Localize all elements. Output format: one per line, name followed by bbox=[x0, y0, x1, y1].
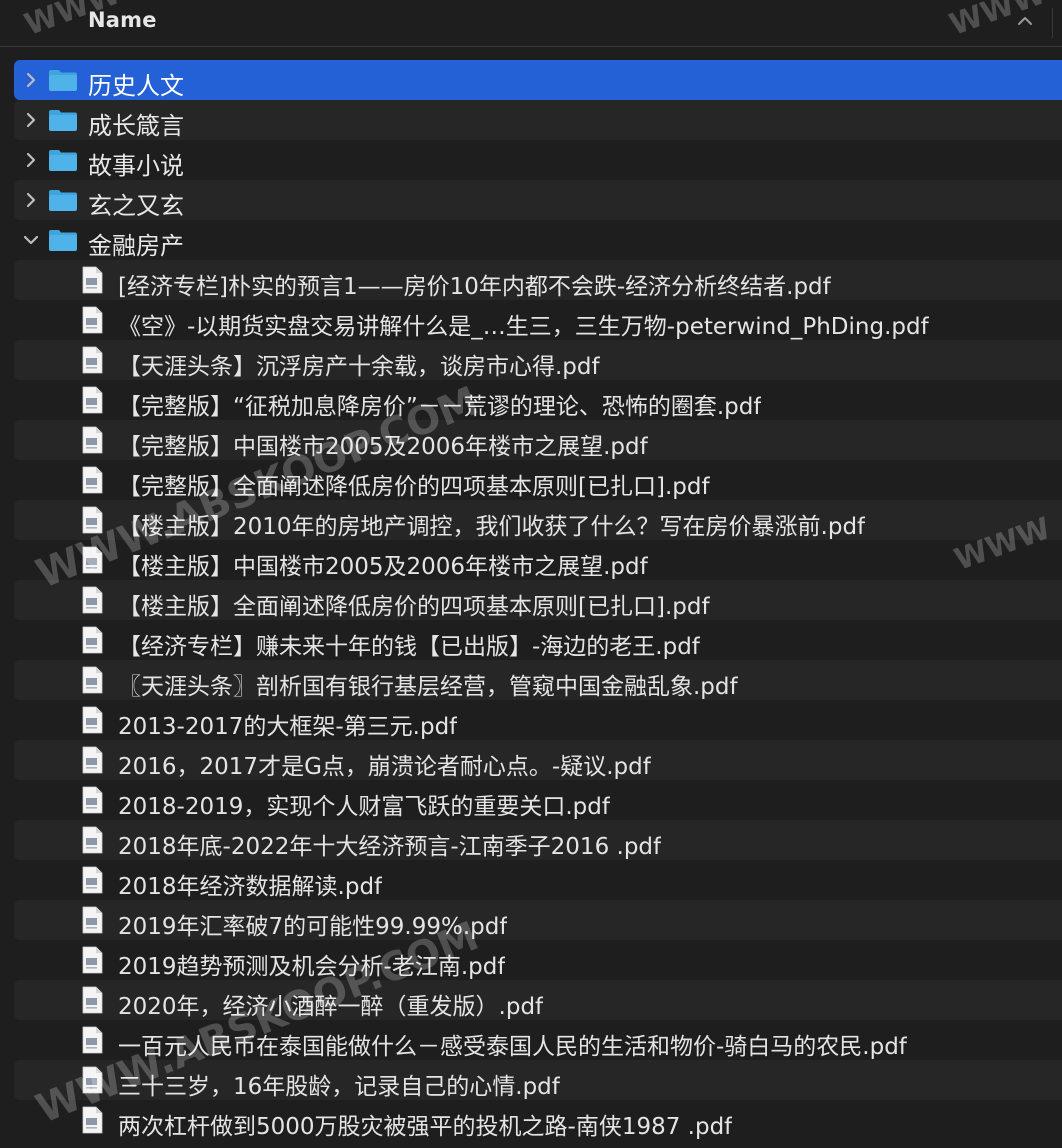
folder-name: 玄之又玄 bbox=[88, 192, 184, 220]
file-name: 2018年经济数据解读.pdf bbox=[118, 874, 383, 900]
file-row[interactable]: [经济专栏]朴实的预言1——房价10年内都不会跌-经济分析终结者.pdf bbox=[0, 260, 1062, 300]
folder-icon bbox=[49, 150, 77, 171]
file-name: 【完整版】“征税加息降房价”－－荒谬的理论、恐怖的圈套.pdf bbox=[118, 394, 762, 420]
pdf-file-icon bbox=[82, 1066, 103, 1094]
file-row[interactable]: 【楼主版】2010年的房地产调控，我们收获了什么？写在房价暴涨前.pdf bbox=[0, 500, 1062, 540]
pdf-file-icon bbox=[82, 986, 103, 1014]
file-name: [经济专栏]朴实的预言1——房价10年内都不会跌-经济分析终结者.pdf bbox=[118, 274, 831, 300]
file-name: 〖天涯头条〗剖析国有银行基层经营，管窥中国金融乱象.pdf bbox=[118, 674, 738, 700]
file-row[interactable]: 【经济专栏】赚未来十年的钱【已出版】-海边的老王.pdf bbox=[0, 620, 1062, 660]
file-row[interactable]: 2019趋势预测及机会分析-老江南.pdf bbox=[0, 940, 1062, 980]
pdf-file-icon bbox=[82, 346, 103, 374]
pdf-file-icon bbox=[82, 666, 103, 694]
pdf-file-icon bbox=[82, 586, 103, 614]
pdf-file-icon bbox=[82, 826, 103, 854]
file-name: 2018-2019，实现个人财富飞跃的重要关口.pdf bbox=[118, 794, 610, 820]
file-row[interactable]: 2018年底-2022年十大经济预言-江南季子2016 .pdf bbox=[0, 820, 1062, 860]
file-row[interactable]: 2016，2017才是G点，崩溃论者耐心点。-疑议.pdf bbox=[0, 740, 1062, 780]
pdf-file-icon bbox=[82, 1026, 103, 1054]
file-name: 2016，2017才是G点，崩溃论者耐心点。-疑议.pdf bbox=[118, 754, 651, 780]
folder-row[interactable]: 历史人文 bbox=[0, 60, 1062, 100]
folder-icon bbox=[49, 230, 77, 251]
chevron-right-icon[interactable] bbox=[22, 111, 40, 129]
file-name: 【经济专栏】赚未来十年的钱【已出版】-海边的老王.pdf bbox=[118, 634, 700, 660]
folder-row[interactable]: 金融房产 bbox=[0, 220, 1062, 260]
file-row[interactable]: 《空》-以期货实盘交易讲解什么是_…生三，三生万物-peterwind_PhDi… bbox=[0, 300, 1062, 340]
file-row[interactable]: 两次杠杆做到5000万股灾被强平的投机之路-南侠1987 .pdf bbox=[0, 1100, 1062, 1140]
folder-icon bbox=[49, 190, 77, 211]
file-name: 2019年汇率破7的可能性99.99%.pdf bbox=[118, 914, 508, 940]
pdf-file-icon bbox=[82, 466, 103, 494]
pdf-file-icon bbox=[82, 306, 103, 334]
list-header: Name bbox=[0, 0, 1062, 47]
folder-name: 历史人文 bbox=[88, 72, 184, 100]
pdf-file-icon bbox=[82, 906, 103, 934]
file-row[interactable]: 一百元人民币在泰国能做什么－感受泰国人民的生活和物价-骑白马的农民.pdf bbox=[0, 1020, 1062, 1060]
folder-row[interactable]: 成长箴言 bbox=[0, 100, 1062, 140]
file-row[interactable]: 【完整版】“征税加息降房价”－－荒谬的理论、恐怖的圈套.pdf bbox=[0, 380, 1062, 420]
file-name: 两次杠杆做到5000万股灾被强平的投机之路-南侠1987 .pdf bbox=[118, 1114, 733, 1140]
folder-icon bbox=[49, 110, 77, 131]
file-row[interactable]: 2020年，经济小酒醉一醉（重发版）.pdf bbox=[0, 980, 1062, 1020]
folder-icon bbox=[49, 70, 77, 91]
file-name: 三十三岁，16年股龄，记录自己的心情.pdf bbox=[118, 1074, 560, 1100]
file-name: 【楼主版】2010年的房地产调控，我们收获了什么？写在房价暴涨前.pdf bbox=[118, 514, 866, 540]
column-divider bbox=[1052, 8, 1053, 38]
chevron-right-icon[interactable] bbox=[22, 191, 40, 209]
file-name: 【完整版】中国楼市2005及2006年楼市之展望.pdf bbox=[118, 434, 648, 460]
chevron-right-icon[interactable] bbox=[22, 151, 40, 169]
file-name: 2020年，经济小酒醉一醉（重发版）.pdf bbox=[118, 994, 544, 1020]
file-name: 2018年底-2022年十大经济预言-江南季子2016 .pdf bbox=[118, 834, 662, 860]
folder-name: 故事小说 bbox=[88, 152, 184, 180]
pdf-file-icon bbox=[82, 546, 103, 574]
pdf-file-icon bbox=[82, 266, 103, 294]
file-name: 2019趋势预测及机会分析-老江南.pdf bbox=[118, 954, 506, 980]
file-row[interactable]: 〖天涯头条〗剖析国有银行基层经营，管窥中国金融乱象.pdf bbox=[0, 660, 1062, 700]
file-row[interactable]: 2018年经济数据解读.pdf bbox=[0, 860, 1062, 900]
folder-name: 成长箴言 bbox=[88, 112, 184, 140]
pdf-file-icon bbox=[82, 786, 103, 814]
file-name: 【楼主版】全面阐述降低房价的四项基本原则[已扎口].pdf bbox=[118, 594, 710, 620]
pdf-file-icon bbox=[82, 1106, 103, 1134]
folder-row[interactable]: 故事小说 bbox=[0, 140, 1062, 180]
file-row[interactable]: 2019年汇率破7的可能性99.99%.pdf bbox=[0, 900, 1062, 940]
file-name: 一百元人民币在泰国能做什么－感受泰国人民的生活和物价-骑白马的农民.pdf bbox=[118, 1034, 907, 1060]
finder-window: Name 历史人文成长箴言故事小说玄之又玄金融房产 [经济专栏]朴实的预言1——房… bbox=[0, 0, 1062, 1148]
pdf-file-icon bbox=[82, 866, 103, 894]
folder-name: 金融房产 bbox=[88, 232, 184, 260]
chevron-down-icon[interactable] bbox=[22, 231, 40, 249]
pdf-file-icon bbox=[82, 626, 103, 654]
pdf-file-icon bbox=[82, 386, 103, 414]
folder-row[interactable]: 玄之又玄 bbox=[0, 180, 1062, 220]
file-list: 历史人文成长箴言故事小说玄之又玄金融房产 [经济专栏]朴实的预言1——房价10年内… bbox=[0, 60, 1062, 1140]
pdf-file-icon bbox=[82, 426, 103, 454]
file-name: 《空》-以期货实盘交易讲解什么是_…生三，三生万物-peterwind_PhDi… bbox=[118, 314, 929, 340]
file-row[interactable]: 三十三岁，16年股龄，记录自己的心情.pdf bbox=[0, 1060, 1062, 1100]
pdf-file-icon bbox=[82, 706, 103, 734]
file-row[interactable]: 2013-2017的大框架-第三元.pdf bbox=[0, 700, 1062, 740]
chevron-up-icon[interactable] bbox=[1016, 14, 1034, 28]
file-name: 【楼主版】中国楼市2005及2006年楼市之展望.pdf bbox=[118, 554, 648, 580]
file-row[interactable]: 【楼主版】中国楼市2005及2006年楼市之展望.pdf bbox=[0, 540, 1062, 580]
file-row[interactable]: 【楼主版】全面阐述降低房价的四项基本原则[已扎口].pdf bbox=[0, 580, 1062, 620]
file-row[interactable]: 【天涯头条】沉浮房产十余载，谈房市心得.pdf bbox=[0, 340, 1062, 380]
file-row[interactable]: 【完整版】中国楼市2005及2006年楼市之展望.pdf bbox=[0, 420, 1062, 460]
pdf-file-icon bbox=[82, 506, 103, 534]
pdf-file-icon bbox=[82, 946, 103, 974]
chevron-right-icon[interactable] bbox=[22, 71, 40, 89]
pdf-file-icon bbox=[82, 746, 103, 774]
file-name: 【天涯头条】沉浮房产十余载，谈房市心得.pdf bbox=[118, 354, 600, 380]
file-row[interactable]: 【完整版】全面阐述降低房价的四项基本原则[已扎口].pdf bbox=[0, 460, 1062, 500]
file-name: 【完整版】全面阐述降低房价的四项基本原则[已扎口].pdf bbox=[118, 474, 710, 500]
file-row[interactable]: 2018-2019，实现个人财富飞跃的重要关口.pdf bbox=[0, 780, 1062, 820]
name-column-header[interactable]: Name bbox=[88, 8, 157, 32]
file-name: 2013-2017的大框架-第三元.pdf bbox=[118, 714, 458, 740]
